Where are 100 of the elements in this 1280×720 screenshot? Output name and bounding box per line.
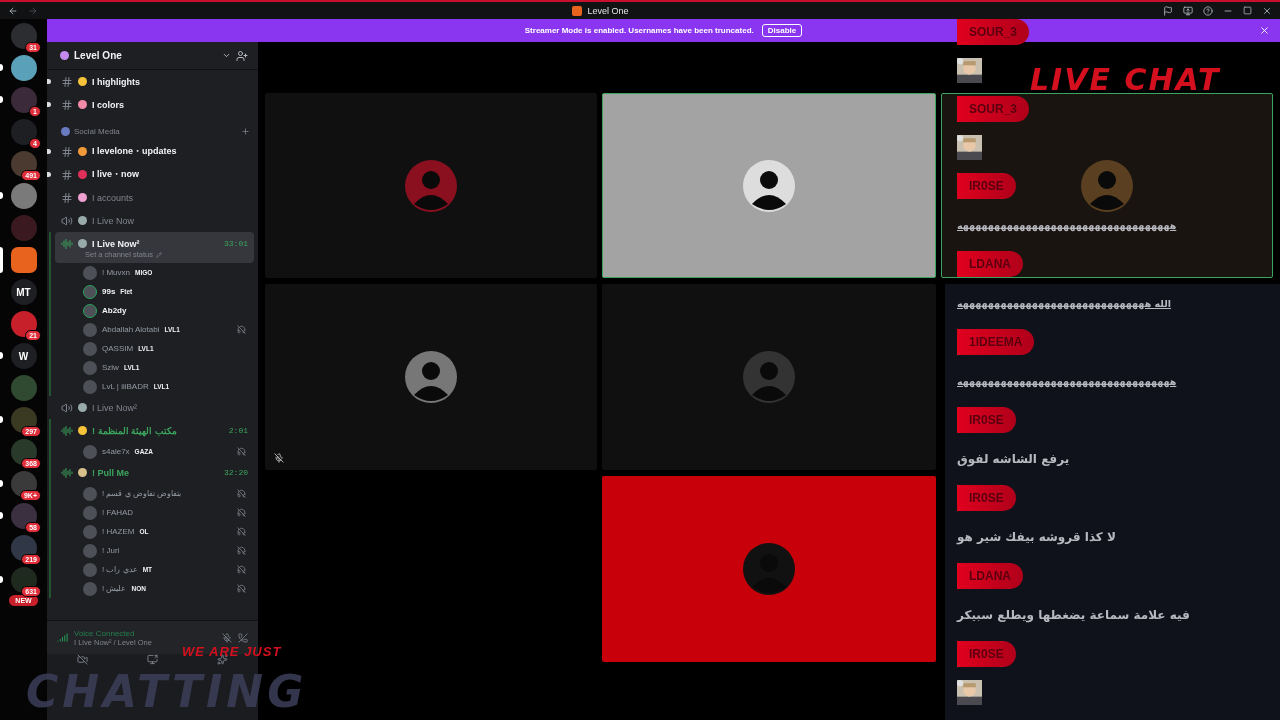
emoji-icon [78, 216, 87, 225]
chat-username: IR0SE [957, 173, 1016, 199]
channel-item[interactable]: I live・now [55, 163, 254, 186]
user-name: ! Muvxn [102, 268, 130, 277]
disconnect-icon[interactable] [238, 632, 248, 643]
server-icon[interactable]: MT [10, 279, 37, 305]
voice-activity-icon [61, 466, 73, 479]
channel-item[interactable]: I highlights [55, 70, 254, 93]
speaker-icon [61, 401, 73, 414]
video-tile[interactable] [602, 476, 936, 662]
live-chat-title: LIVE CHAT [1030, 62, 1221, 97]
channel-item[interactable]: I accounts [55, 186, 254, 209]
chat-message: ههههههههههههههههههههههههههههههههههه [957, 218, 1177, 234]
screen-icon[interactable] [1183, 5, 1193, 16]
server-icon[interactable] [10, 567, 37, 593]
help-icon[interactable] [1203, 5, 1213, 16]
chat-username: IR0SE [957, 407, 1016, 433]
video-tile[interactable] [265, 93, 597, 278]
window-title: Level One [587, 5, 629, 16]
voice-status: Voice Connected [74, 628, 136, 638]
video-tile[interactable] [941, 93, 1273, 278]
invite-icon[interactable] [236, 49, 248, 62]
channel-item[interactable]: I colors [55, 93, 254, 116]
close-icon[interactable] [1262, 5, 1272, 16]
app-logo-icon [572, 5, 583, 16]
chevron-icon [222, 51, 231, 60]
channel-name: I Live Now² [92, 238, 141, 249]
server-icon[interactable] [10, 503, 37, 529]
overlay-caption: WE ARE JUST [182, 644, 282, 659]
server-icon[interactable] [10, 535, 37, 561]
voice-user[interactable]: ! بتفاوض تفاوض ي قسم [55, 484, 254, 503]
user-name: ! Juri [102, 546, 120, 555]
call-duration: 32:20 [224, 468, 248, 477]
server-icon[interactable] [10, 439, 37, 465]
emoji-icon [78, 100, 87, 109]
chat-message: يرفع الشاشه لفوق [957, 451, 1070, 469]
avatar [1081, 159, 1133, 212]
camera-off-icon[interactable] [76, 654, 88, 665]
hash-icon [61, 191, 73, 204]
emoji-icon [61, 126, 70, 136]
call-duration: 2:01 [228, 426, 248, 435]
voice-user[interactable]: ! Juri [55, 541, 254, 560]
channel-name: I live・now [92, 168, 140, 181]
signal-icon [57, 632, 68, 643]
voice-user[interactable]: ! FAHAD [55, 503, 254, 522]
emoji-icon [78, 193, 87, 202]
screen-share-icon[interactable] [147, 654, 158, 665]
avatar [405, 351, 457, 403]
user-name: ! بتفاوض تفاوض ي قسم [102, 489, 182, 498]
close-icon[interactable] [1259, 25, 1270, 36]
channel-name: I highlights [92, 76, 141, 87]
server-icon[interactable] [10, 311, 37, 337]
back-arrow-icon[interactable] [8, 5, 18, 16]
chat-username: IR0SE [957, 641, 1016, 667]
avatar [743, 159, 795, 212]
user-name: Ab2dy [102, 306, 127, 315]
speaker-icon [61, 214, 73, 227]
chat-username: SOUR_3 [957, 96, 1030, 122]
maximize-icon[interactable] [1243, 6, 1252, 15]
voice-channel[interactable]: I Live Now² [55, 396, 254, 419]
voice-user[interactable]: Ab2dy [55, 301, 254, 320]
server-icon[interactable] [10, 55, 37, 81]
server-icon[interactable] [10, 151, 37, 177]
emoji-icon [78, 239, 87, 248]
avatar [743, 351, 795, 403]
channel-name: ! مكتب الهيئة المنظمة [92, 425, 178, 436]
channel-item[interactable]: I levelone・updates [55, 140, 254, 163]
video-tile[interactable] [265, 284, 597, 470]
emoji-icon [78, 147, 87, 156]
chat-username: LDANA [957, 563, 1023, 589]
video-tile[interactable] [602, 93, 936, 278]
server-icon[interactable] [10, 23, 37, 49]
add-icon[interactable] [241, 126, 250, 136]
chat-username: 1IDEEMA [957, 329, 1035, 355]
flag-icon[interactable] [1163, 5, 1173, 16]
chat-username: LDANA [957, 251, 1023, 277]
emoji-icon [78, 468, 87, 477]
voice-channel[interactable]: I Live Now [55, 209, 254, 232]
server-name[interactable]: Level One [74, 50, 307, 61]
disable-button[interactable]: Disable [761, 24, 803, 37]
hash-icon [61, 145, 73, 158]
category-name[interactable]: Social Media [74, 126, 237, 136]
chat-username: IR0SE [957, 485, 1016, 511]
voice-channel[interactable]: ! Pull Me 32:20 [55, 461, 254, 484]
server-icon[interactable] [10, 471, 37, 497]
avatar [405, 159, 457, 212]
user-name: s4ale7x [102, 447, 130, 456]
server-icon[interactable] [10, 247, 37, 273]
chat-message: فيه علامة سماعة يضغطها ويطلع سبيكر [957, 607, 1190, 625]
chat-message: الله ههههههههههههههههههههههههههههههه [957, 296, 1171, 312]
server-icon[interactable] [10, 407, 37, 433]
server-icon[interactable]: W [10, 343, 37, 369]
emoji-icon [78, 403, 87, 412]
user-name: Abdallah Alotabi [102, 325, 160, 334]
channel-name: I colors [92, 99, 125, 110]
video-tile[interactable] [602, 284, 936, 470]
hash-icon [61, 75, 73, 88]
channel-name: I accounts [92, 192, 135, 203]
voice-activity-icon [61, 237, 73, 250]
emoji-icon [78, 77, 87, 86]
